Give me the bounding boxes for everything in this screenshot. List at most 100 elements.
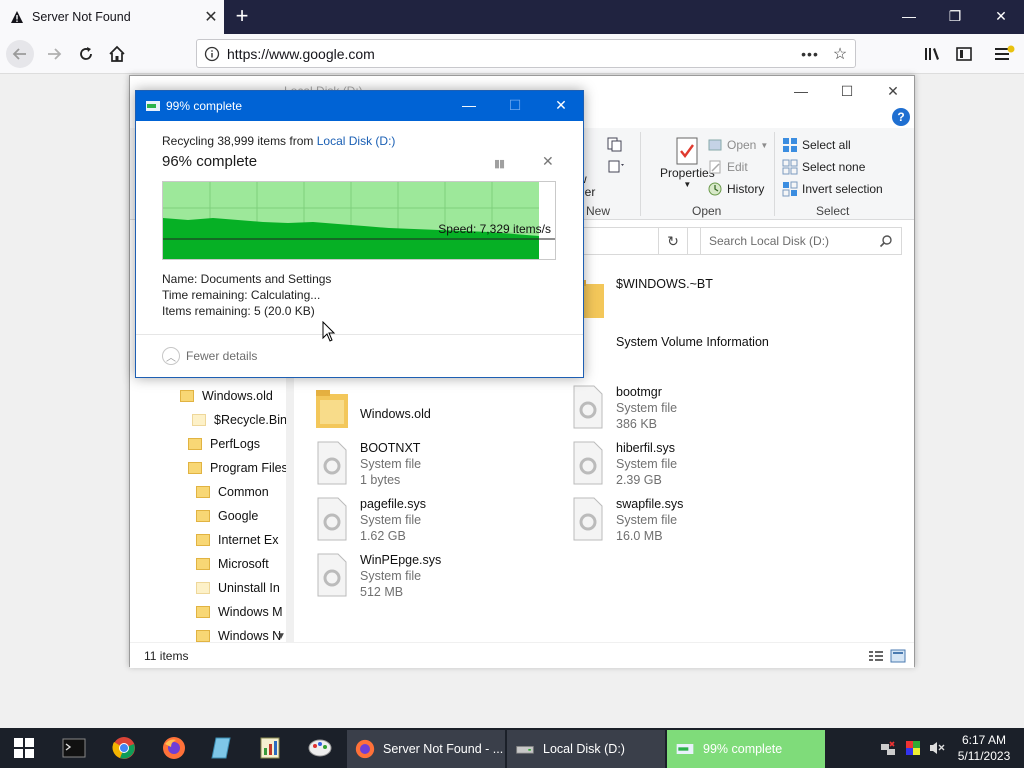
restore-icon[interactable]: ❐: [932, 0, 978, 34]
help-icon[interactable]: ?: [892, 108, 910, 126]
bookmark-star-icon[interactable]: ☆: [825, 44, 855, 64]
explorer-maximize-icon[interactable]: ☐: [824, 78, 870, 106]
chrome-icon[interactable]: [110, 734, 138, 762]
fewer-details-button[interactable]: ︿ Fewer details: [162, 347, 257, 365]
file-name: System Volume Information: [616, 335, 769, 349]
menu-icon[interactable]: [990, 40, 1018, 68]
file-name: hiberfil.sys: [616, 441, 676, 455]
nav-item-google[interactable]: Google: [196, 509, 258, 523]
minimize-icon[interactable]: —: [886, 0, 932, 34]
network-icon[interactable]: [880, 740, 896, 756]
folder-icon: [192, 414, 206, 426]
nav-item-common[interactable]: Common: [196, 485, 269, 499]
nav-scrollbar[interactable]: [286, 376, 294, 648]
progress-dialog[interactable]: 99% complete — ☐ ✕ Recycling 38,999 item…: [135, 90, 584, 378]
file-item[interactable]: hiberfil.sys System file 2.39 GB: [570, 440, 810, 496]
copy-path-icon[interactable]: [606, 136, 626, 152]
spreadsheet-icon[interactable]: [256, 734, 284, 762]
pause-icon[interactable]: ▮▮: [494, 157, 505, 170]
task-progress[interactable]: 99% complete: [667, 730, 825, 768]
navigation-pane[interactable]: Windows.old $Recycle.Bin PerfLogs Progra…: [130, 376, 286, 648]
properties-dropdown-icon[interactable]: ▼: [683, 180, 691, 189]
file-item[interactable]: System Volume Information: [570, 334, 810, 390]
explorer-close-icon[interactable]: ✕: [870, 78, 916, 106]
cancel-icon[interactable]: ✕: [542, 153, 554, 170]
file-item[interactable]: BOOTNXT System file 1 bytes: [314, 440, 554, 496]
file-name: $WINDOWS.~BT: [616, 277, 713, 291]
info-icon[interactable]: [197, 46, 227, 62]
url-bar[interactable]: https://www.google.com ••• ☆: [196, 39, 856, 68]
progress-graph: Speed: 7,329 items/s: [162, 181, 556, 260]
new-tab-icon[interactable]: +: [230, 4, 254, 30]
paint-icon[interactable]: [306, 734, 334, 762]
nav-item-program-files[interactable]: Program Files: [188, 461, 286, 475]
library-icon[interactable]: [918, 40, 946, 68]
page-actions-icon[interactable]: •••: [795, 46, 825, 62]
history-label: History: [727, 182, 765, 196]
firefox-icon[interactable]: [160, 734, 188, 762]
nav-item-perflogs[interactable]: PerfLogs: [188, 437, 260, 451]
file-item[interactable]: swapfile.sys System file 16.0 MB: [570, 496, 810, 552]
edit-icon: [709, 160, 721, 174]
source-link[interactable]: Local Disk (D:): [317, 134, 396, 148]
dialog-close-icon[interactable]: ✕: [538, 91, 584, 121]
select-none-button[interactable]: Select none: [782, 159, 865, 175]
system-clock[interactable]: 6:17 AM 5/11/2023: [954, 732, 1014, 764]
file-item[interactable]: $WINDOWS.~BT: [570, 276, 810, 332]
volume-muted-icon[interactable]: [929, 740, 945, 756]
file-type: System file: [616, 401, 678, 415]
select-all-button[interactable]: Select all: [782, 137, 851, 153]
nav-item-uninstall[interactable]: Uninstall In: [196, 581, 280, 595]
refresh-icon[interactable]: ↻: [658, 227, 688, 255]
warning-icon: [10, 10, 24, 24]
nav-item-recycle-bin[interactable]: $Recycle.Bin: [192, 413, 286, 427]
file-type: System file: [616, 513, 678, 527]
forward-icon[interactable]: [40, 40, 68, 68]
open-dropdown-icon: ▼: [760, 140, 769, 150]
file-size: 16.0 MB: [616, 529, 663, 543]
display-icon[interactable]: [905, 740, 921, 756]
nav-item-internet-explorer[interactable]: Internet Ex: [196, 533, 278, 547]
file-type: System file: [360, 569, 422, 583]
speed-readout: Speed: 7,329 items/s: [438, 222, 551, 236]
nav-item-windows-old[interactable]: Windows.old: [180, 389, 273, 403]
home-icon[interactable]: [103, 40, 131, 68]
details-view-icon[interactable]: [868, 649, 884, 663]
url-text[interactable]: https://www.google.com: [227, 46, 795, 62]
tab-close-icon[interactable]: ✕: [198, 7, 224, 27]
open-label: Open: [727, 138, 757, 152]
nav-item-microsoft[interactable]: Microsoft: [196, 557, 269, 571]
file-name: swapfile.sys: [616, 497, 684, 511]
file-item[interactable]: Windows.old: [314, 386, 554, 442]
task-explorer[interactable]: Local Disk (D:): [507, 730, 665, 768]
task-firefox[interactable]: Server Not Found - ...: [347, 730, 505, 768]
nav-scroll-down-icon[interactable]: ▼: [276, 631, 286, 642]
paste-shortcut-icon[interactable]: [606, 158, 626, 174]
close-icon[interactable]: ✕: [978, 0, 1024, 34]
open-button: Open ▼: [707, 137, 768, 153]
dialog-minimize-icon[interactable]: —: [446, 91, 492, 121]
sidebar-icon[interactable]: [950, 40, 978, 68]
start-icon[interactable]: [10, 734, 38, 762]
file-item[interactable]: pagefile.sys System file 1.62 GB: [314, 496, 554, 552]
file-item[interactable]: bootmgr System file 386 KB: [570, 384, 810, 440]
notepad-icon[interactable]: [208, 734, 236, 762]
nav-item-windows-m[interactable]: Windows M: [196, 605, 283, 619]
invert-selection-button[interactable]: Invert selection: [782, 181, 883, 197]
explorer-minimize-icon[interactable]: —: [778, 78, 824, 106]
reload-icon[interactable]: [72, 40, 100, 68]
folder-icon: [196, 510, 210, 522]
terminal-icon[interactable]: [60, 734, 88, 762]
task-label: Server Not Found - ...: [383, 742, 504, 756]
nav-item-windows-n[interactable]: Windows N: [196, 629, 281, 643]
tiles-view-icon[interactable]: [890, 649, 906, 663]
dialog-title-bar[interactable]: 99% complete — ☐ ✕: [136, 91, 583, 121]
folder-icon: [196, 582, 210, 594]
task-label: 99% complete: [703, 742, 783, 756]
file-item[interactable]: WinPEpge.sys System file 512 MB: [314, 552, 554, 608]
search-input[interactable]: Search Local Disk (D:): [700, 227, 902, 255]
browser-tab[interactable]: Server Not Found ✕: [0, 0, 224, 34]
history-button[interactable]: History: [707, 181, 764, 197]
back-icon[interactable]: [6, 40, 34, 68]
select-none-label: Select none: [802, 160, 866, 174]
